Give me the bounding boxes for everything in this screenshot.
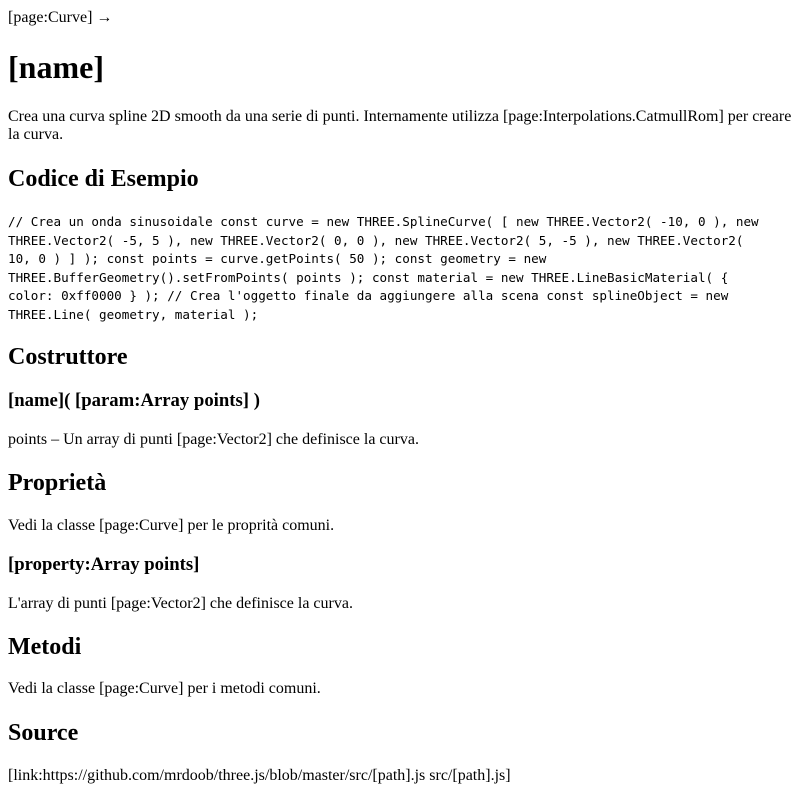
properties-heading: Proprietà — [8, 470, 107, 496]
code-line: THREE.Line( geometry, material ); — [8, 306, 259, 322]
source-heading: Source — [8, 720, 79, 746]
example-heading: Codice di Esempio — [8, 166, 199, 192]
methods-heading: Metodi — [8, 634, 82, 660]
example-code-block: // Crea un onda sinusoidale const curve … — [8, 213, 794, 325]
code-line: // Crea un onda sinusoidale const curve … — [8, 214, 759, 229]
breadcrumb[interactable]: [page:Curve] → — [8, 9, 112, 27]
code-line: THREE.Vector2( -5, 5 ), new THREE.Vector… — [8, 232, 744, 248]
methods-description: Vedi la classe [page:Curve] per i metodi… — [8, 680, 321, 697]
page-title: [name] — [8, 49, 104, 85]
code-line: THREE.BufferGeometry().setFromPoints( po… — [8, 269, 729, 285]
property-points-description: L'array di punti [page:Vector2] che defi… — [8, 595, 353, 612]
intro-paragraph: Crea una curva spline 2D smooth da una s… — [8, 108, 792, 143]
constructor-signature: [name]( [param:Array points] ) — [8, 390, 260, 411]
constructor-description: points – Un array di punti [page:Vector2… — [8, 431, 419, 448]
constructor-heading: Costruttore — [8, 344, 128, 370]
properties-description: Vedi la classe [page:Curve] per le propr… — [8, 517, 335, 534]
source-link[interactable]: [link:https://github.com/mrdoob/three.js… — [8, 767, 511, 785]
property-points-heading: [property:Array points] — [8, 554, 200, 575]
code-line: 10, 0 ) ] ); const points = curve.getPoi… — [8, 251, 547, 267]
code-line: color: 0xff0000 } ); // Crea l'oggetto f… — [8, 288, 729, 304]
